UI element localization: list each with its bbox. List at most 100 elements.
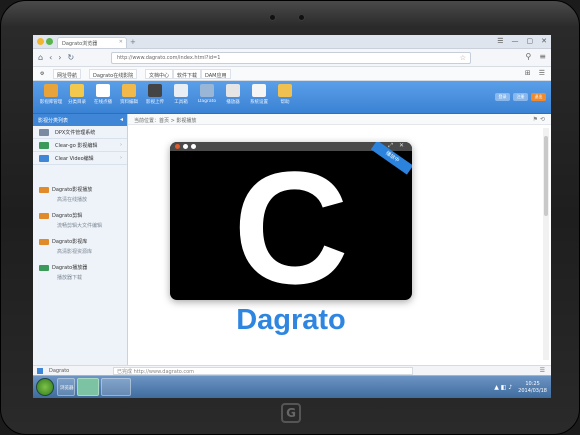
toolbar-button-2[interactable]: 在线点播 [89,84,117,112]
toolbar-button-0[interactable]: 影视库管理 [37,84,65,112]
sidebar-header: 影视分类列表 ◂ [33,114,127,126]
maximize-icon[interactable]: ▢ [527,37,534,45]
sidebar-group-title[interactable]: Dagrato剪辑 [39,212,82,219]
home-icon[interactable]: ⌂ [38,53,43,62]
login-button[interactable]: 登录 [495,93,510,101]
app-icon [39,142,49,149]
brand-wordmark: Dagrato [236,304,346,336]
status-bar: Dagrato 已完成 http://www.dagrato.com ☰ [33,365,551,375]
address-bar-row: ⌂ ‹ › ↻ http://www.dagrato.com/index.htm… [33,49,551,67]
sidebar-row[interactable]: DPX文件管理系统 [33,126,127,139]
sidebar-group-title[interactable]: Dagrato播放器 [39,264,87,271]
sidebar-group-sub[interactable]: 流畅剪辑大文件编辑 [57,222,102,229]
sidebar-row-label: DPX文件管理系统 [55,130,96,136]
status-menu-icon[interactable]: ☰ [540,367,545,374]
toolbar-label: 播放器 [226,100,240,105]
toolbar-label: 工具箱 [174,100,188,105]
search-icon[interactable]: ⚲ [525,52,531,61]
player-logo-letter: C [233,142,349,301]
toolbox-icon [174,84,188,97]
bookmark-app-icon[interactable]: ⚙ [37,69,47,79]
toolbar-button-7[interactable]: 播放器 [219,84,247,112]
vertical-scrollbar[interactable] [543,128,549,360]
sidebar-group-title[interactable]: Dagrato影视播放 [39,186,92,193]
bookmark-item[interactable]: Dagrato在线影院 [89,69,138,79]
sensor-icon [298,14,305,21]
taskbar-app-browser[interactable]: 浏览器 [57,378,75,396]
close-tab-icon[interactable]: ✕ [119,39,123,45]
toolbar-button-9[interactable]: 帮助 [271,84,299,112]
browser-menu-icon[interactable]: ≡ [539,52,546,61]
bookmark-item[interactable]: 软件下载 [173,69,202,79]
toolbar-label: 系统设置 [250,100,268,105]
bookmarks-right: ⊞ ☰ [525,69,545,77]
toolbar-label: 帮助 [280,100,290,105]
bookmark-item[interactable]: 网址导航 [53,69,82,79]
sidebar-row[interactable]: Clear Video编辑 › [33,152,127,165]
minimize-icon[interactable]: — [512,37,519,45]
sidebar-group-sub[interactable]: 播放器下载 [57,274,82,281]
app-icon [39,155,49,162]
toolbar-button-4[interactable]: 影视上传 [141,84,169,112]
url-input[interactable]: http://www.dagrato.com/index.html?id=1 ☆ [111,52,471,64]
sidebar-title: 影视分类列表 [38,118,69,124]
close-window-icon[interactable]: ✕ [541,37,547,45]
collapse-icon[interactable]: ◂ [120,116,123,123]
help-icon [278,84,292,97]
clock-date: 2014/03/18 [518,387,547,394]
new-tab-button[interactable]: + [130,38,136,46]
video-player[interactable]: ⤢ ✕ C 播放中 [170,142,412,300]
toolbar-label: 资料编辑 [120,100,138,105]
group-title-text: Dagrato影视库 [52,239,88,245]
sidebar-group-sub[interactable]: 高清在线播放 [57,196,87,203]
star-icon[interactable]: ☆ [460,54,466,62]
toolbar-button-6[interactable]: Dagrato [193,84,221,112]
list-icon[interactable]: ☰ [539,69,545,77]
sidebar-row-label: Clear Video编辑 [55,156,94,162]
back-icon[interactable]: ‹ [49,53,52,62]
browser-logo [37,38,53,45]
upload-icon [148,84,162,97]
scroll-thumb[interactable] [544,136,548,216]
grid-icon[interactable]: ⊞ [525,69,531,77]
forward-icon[interactable]: › [58,53,61,62]
tray-icons[interactable]: ▲ ◧ ♪ [494,384,512,391]
status-label: Dagrato [49,368,70,374]
sidebar-group-title[interactable]: Dagrato影视库 [39,238,87,245]
menu-icon[interactable]: ☰ [497,37,503,45]
register-button[interactable]: 注册 [513,93,528,101]
system-tray: ▲ ◧ ♪ 10:25 2014/03/18 [494,379,547,396]
player-dot-icon [191,144,196,149]
home-button[interactable]: G [281,403,301,423]
start-button[interactable] [36,378,54,396]
player-dot-icon [175,144,180,149]
toolbar-button-8[interactable]: 系统设置 [245,84,273,112]
bookmark-item[interactable]: DAM应用 [201,69,231,79]
refresh-icon[interactable]: ↻ [67,53,74,62]
group-icon [39,186,49,193]
toolbar-button-5[interactable]: 工具箱 [167,84,195,112]
toolbar-right-buttons: 登录 注册 退出 [495,93,546,101]
taskbar-app-2[interactable] [77,378,99,396]
toolbar-button-3[interactable]: 资料编辑 [115,84,143,112]
screen: Dagrato浏览器 ✕ + ☰ — ▢ ✕ ⌂ ‹ › ↻ http://ww… [33,35,551,398]
logout-button[interactable]: 退出 [531,93,546,101]
player-controls[interactable]: ⤢ ✕ [388,142,406,150]
sidebar: 影视分类列表 ◂ DPX文件管理系统 Clear-go 影视编辑 › Clear … [33,114,128,365]
chevron-right-icon: › [120,142,122,148]
browser-tab[interactable]: Dagrato浏览器 ✕ [57,37,127,48]
app-toolbar: 影视库管理 分类目录 在线点播 资料编辑 影视上传 工具箱 Dagrato 播放… [33,81,551,114]
taskbar-app-3[interactable] [101,378,131,396]
clock[interactable]: 10:25 2014/03/18 [518,381,547,395]
breadcrumb-tools-icon[interactable]: ⚑ ⟲ [533,116,545,123]
bookmark-item[interactable]: 文档中心 [145,69,174,79]
player-icon [226,84,240,97]
tablet-device: G Dagrato浏览器 ✕ + ☰ — ▢ ✕ ⌂ ‹ › ↻ http://… [0,0,580,435]
sidebar-group-sub[interactable]: 高清影视资源库 [57,248,92,255]
film-library-icon [44,84,58,97]
toolbar-label: 分类目录 [68,100,86,105]
camera-icon [269,14,276,21]
toolbar-button-1[interactable]: 分类目录 [63,84,91,112]
address-right: ⚲ ≡ [525,52,546,61]
sidebar-row[interactable]: Clear-go 影视编辑 › [33,139,127,152]
